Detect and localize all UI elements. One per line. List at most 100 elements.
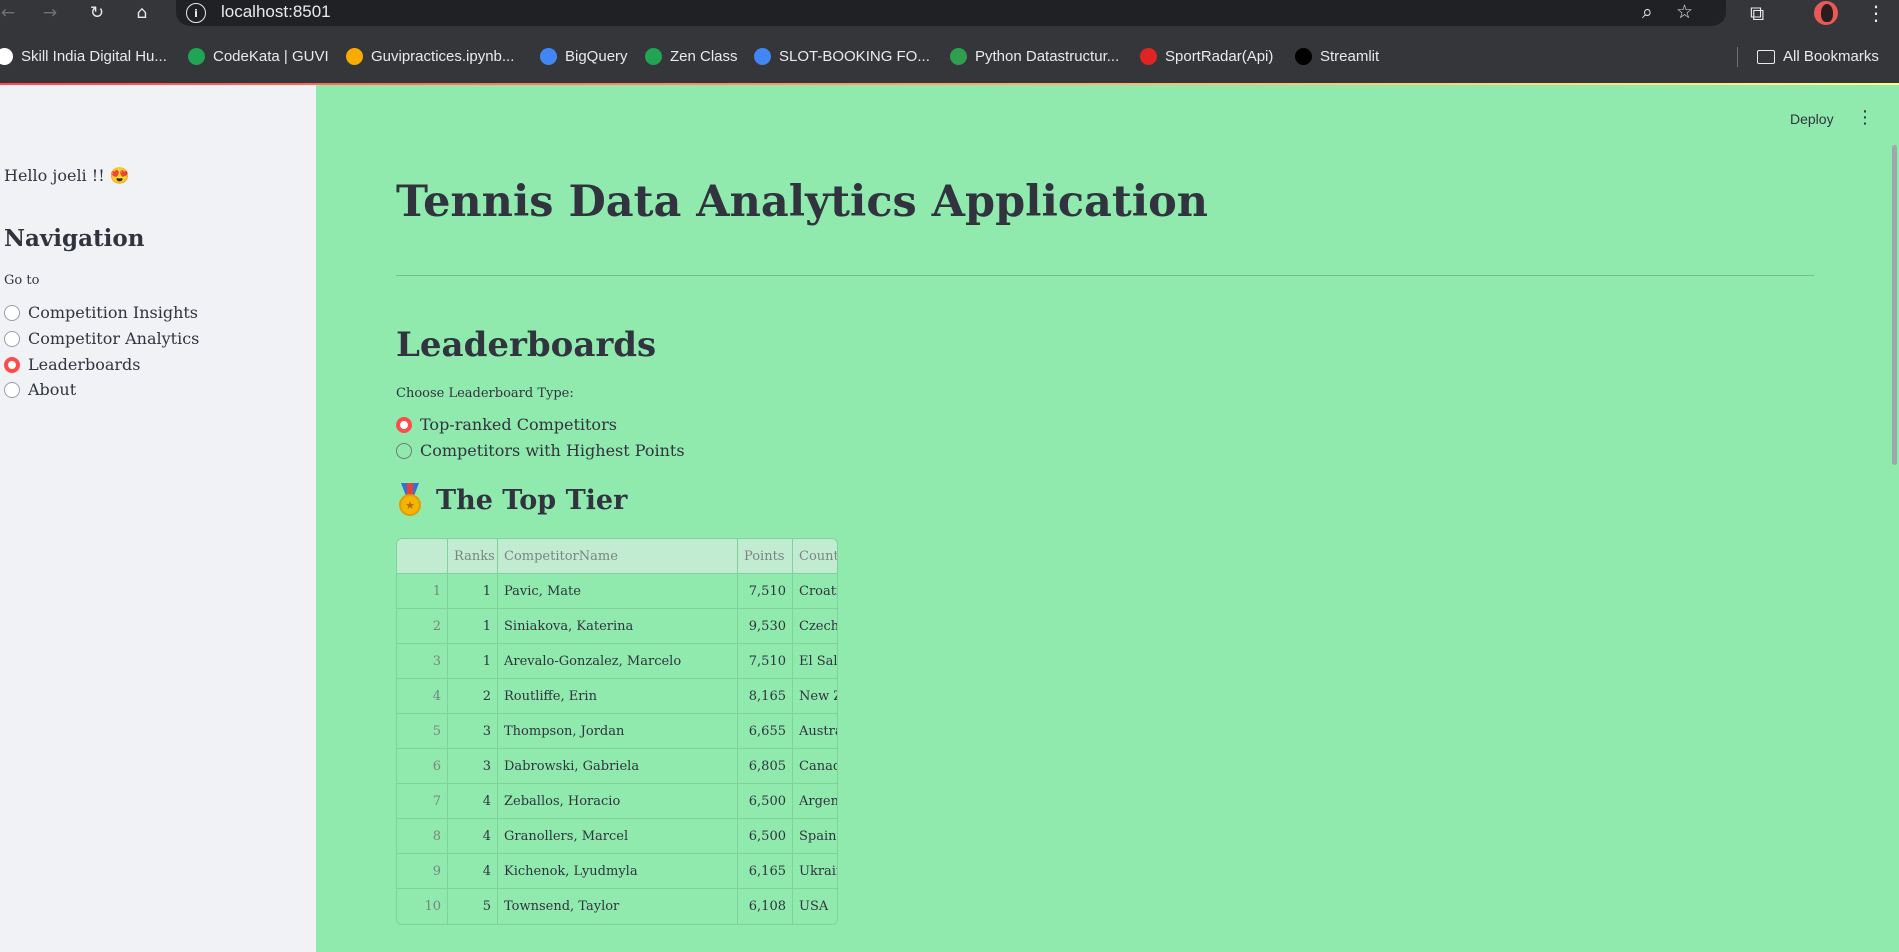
country-cell[interactable]: Czechia bbox=[793, 609, 837, 643]
points-cell[interactable]: 6,500 bbox=[738, 784, 793, 818]
forward-icon[interactable]: → bbox=[38, 0, 62, 26]
country-cell[interactable]: New Zealand bbox=[793, 679, 837, 713]
row-index-cell[interactable]: 9 bbox=[397, 854, 448, 888]
points-cell[interactable]: 9,530 bbox=[738, 609, 793, 643]
nav-option[interactable]: About bbox=[4, 380, 76, 399]
country-cell[interactable]: Canada bbox=[793, 749, 837, 783]
reload-icon[interactable]: ↻ bbox=[85, 0, 109, 26]
country-cell[interactable]: Australia bbox=[793, 714, 837, 748]
all-bookmarks-button[interactable]: All Bookmarks bbox=[1757, 48, 1879, 65]
nav-option[interactable]: Competitor Analytics bbox=[4, 329, 199, 348]
points-cell[interactable]: 7,510 bbox=[738, 644, 793, 678]
address-bar[interactable]: i localhost:8501 ⌕ ☆ bbox=[176, 0, 1726, 26]
row-index-cell[interactable]: 8 bbox=[397, 819, 448, 853]
bookmark-item[interactable]: SportRadar(Api) bbox=[1140, 48, 1273, 65]
extensions-icon[interactable]: ⧉ bbox=[1750, 1, 1764, 25]
country-cell[interactable]: El Salvador bbox=[793, 644, 837, 678]
bookmark-item[interactable]: Guvipractices.ipynb... bbox=[346, 48, 514, 65]
profile-avatar[interactable] bbox=[1814, 1, 1838, 25]
country-cell[interactable]: USA bbox=[793, 889, 837, 924]
nav-option[interactable]: Competition Insights bbox=[4, 303, 198, 322]
bookmark-item[interactable]: BigQuery bbox=[540, 48, 628, 65]
points-cell[interactable]: 6,108 bbox=[738, 889, 793, 924]
table-row[interactable]: 8 4 Granollers, Marcel 6,500 Spain bbox=[397, 819, 837, 854]
bookmark-star-icon[interactable]: ☆ bbox=[1676, 1, 1693, 23]
row-index-cell[interactable]: 3 bbox=[397, 644, 448, 678]
country-cell[interactable]: Croatia bbox=[793, 574, 837, 608]
leaderboard-type-option[interactable]: Top-ranked Competitors bbox=[396, 415, 617, 434]
table-row[interactable]: 10 5 Townsend, Taylor 6,108 USA bbox=[397, 889, 837, 924]
radio-selected-icon[interactable] bbox=[4, 356, 20, 373]
row-index-cell[interactable]: 7 bbox=[397, 784, 448, 818]
radio-unselected-icon[interactable] bbox=[4, 304, 20, 321]
radio-unselected-icon[interactable] bbox=[4, 381, 20, 398]
rank-cell[interactable]: 1 bbox=[448, 644, 498, 678]
competitor-name-cell[interactable]: Granollers, Marcel bbox=[498, 819, 738, 853]
competitor-name-cell[interactable]: Townsend, Taylor bbox=[498, 889, 738, 924]
competitor-name-cell[interactable]: Dabrowski, Gabriela bbox=[498, 749, 738, 783]
bookmark-item[interactable]: SLOT-BOOKING FO... bbox=[754, 48, 930, 65]
row-index-cell[interactable]: 5 bbox=[397, 714, 448, 748]
rank-cell[interactable]: 3 bbox=[448, 714, 498, 748]
table-row[interactable]: 21Siniakova, Katerina9,530Czechia bbox=[397, 609, 837, 644]
table-row[interactable]: 42Routliffe, Erin8,165New Zealand bbox=[397, 679, 837, 714]
column-header-competitor-name[interactable]: CompetitorName bbox=[498, 539, 738, 573]
column-header-country[interactable]: Country bbox=[793, 539, 837, 573]
row-index-cell[interactable]: 4 bbox=[397, 679, 448, 713]
chrome-menu-icon[interactable]: ⋮ bbox=[1866, 1, 1886, 25]
competitor-name-cell[interactable]: Routliffe, Erin bbox=[498, 679, 738, 713]
table-row[interactable]: 53Thompson, Jordan6,655Australia bbox=[397, 714, 837, 749]
row-index-cell[interactable]: 10 bbox=[397, 889, 448, 924]
bookmark-item[interactable]: Python Datastructur... bbox=[950, 48, 1119, 65]
bookmark-item[interactable]: Skill India Digital Hu... bbox=[0, 48, 167, 65]
table-row[interactable]: 31Arevalo-Gonzalez, Marcelo7,510El Salva… bbox=[397, 644, 837, 679]
leaderboard-table[interactable]: Ranks CompetitorName Points Country 11Pa… bbox=[396, 538, 838, 925]
bookmark-item[interactable]: CodeKata | GUVI bbox=[188, 48, 329, 65]
competitor-name-cell[interactable]: Pavic, Mate bbox=[498, 574, 738, 608]
table-row[interactable]: 63Dabrowski, Gabriela6,805Canada bbox=[397, 749, 837, 784]
competitor-name-cell[interactable]: Zeballos, Horacio bbox=[498, 784, 738, 818]
table-row[interactable]: 94Kichenok, Lyudmyla6,165Ukraine bbox=[397, 854, 837, 889]
row-index-cell[interactable]: 1 bbox=[397, 574, 448, 608]
rank-cell[interactable]: 1 bbox=[448, 609, 498, 643]
rank-cell[interactable]: 2 bbox=[448, 679, 498, 713]
country-cell[interactable]: Argentina bbox=[793, 784, 837, 818]
competitor-name-cell[interactable]: Kichenok, Lyudmyla bbox=[498, 854, 738, 888]
rank-cell[interactable]: 4 bbox=[448, 819, 498, 853]
rank-cell[interactable]: 4 bbox=[448, 784, 498, 818]
table-row[interactable]: 74Zeballos, Horacio6,500Argentina bbox=[397, 784, 837, 819]
radio-unselected-icon[interactable] bbox=[396, 442, 412, 459]
back-icon[interactable]: ← bbox=[0, 0, 20, 26]
radio-unselected-icon[interactable] bbox=[4, 330, 20, 347]
radio-selected-icon[interactable] bbox=[396, 416, 412, 433]
home-icon[interactable]: ⌂ bbox=[130, 0, 154, 26]
zoom-icon[interactable]: ⌕ bbox=[1642, 1, 1653, 23]
points-cell[interactable]: 6,500 bbox=[738, 819, 793, 853]
points-cell[interactable]: 8,165 bbox=[738, 679, 793, 713]
column-header-points[interactable]: Points bbox=[738, 539, 793, 573]
country-cell[interactable]: Spain bbox=[793, 819, 837, 853]
site-info-icon[interactable]: i bbox=[186, 3, 206, 23]
url-text[interactable]: localhost:8501 bbox=[221, 2, 331, 22]
row-index-cell[interactable]: 6 bbox=[397, 749, 448, 783]
country-cell[interactable]: Ukraine bbox=[793, 854, 837, 888]
points-cell[interactable]: 6,165 bbox=[738, 854, 793, 888]
competitor-name-cell[interactable]: Arevalo-Gonzalez, Marcelo bbox=[498, 644, 738, 678]
points-cell[interactable]: 6,805 bbox=[738, 749, 793, 783]
scrollbar-thumb[interactable] bbox=[1892, 145, 1897, 465]
column-header-ranks[interactable]: Ranks bbox=[448, 539, 498, 573]
deploy-button[interactable]: Deploy bbox=[1790, 111, 1834, 127]
row-index-cell[interactable]: 2 bbox=[397, 609, 448, 643]
rank-cell[interactable]: 4 bbox=[448, 854, 498, 888]
bookmark-item[interactable]: Streamlit bbox=[1295, 48, 1379, 65]
nav-option[interactable]: Leaderboards bbox=[4, 355, 141, 374]
table-row[interactable]: 11Pavic, Mate7,510Croatia bbox=[397, 574, 837, 609]
rank-cell[interactable]: 5 bbox=[448, 889, 498, 924]
rank-cell[interactable]: 1 bbox=[448, 574, 498, 608]
competitor-name-cell[interactable]: Thompson, Jordan bbox=[498, 714, 738, 748]
main-menu-icon[interactable]: ⋮ bbox=[1856, 107, 1874, 128]
leaderboard-type-option[interactable]: Competitors with Highest Points bbox=[396, 441, 685, 460]
points-cell[interactable]: 6,655 bbox=[738, 714, 793, 748]
rank-cell[interactable]: 3 bbox=[448, 749, 498, 783]
competitor-name-cell[interactable]: Siniakova, Katerina bbox=[498, 609, 738, 643]
